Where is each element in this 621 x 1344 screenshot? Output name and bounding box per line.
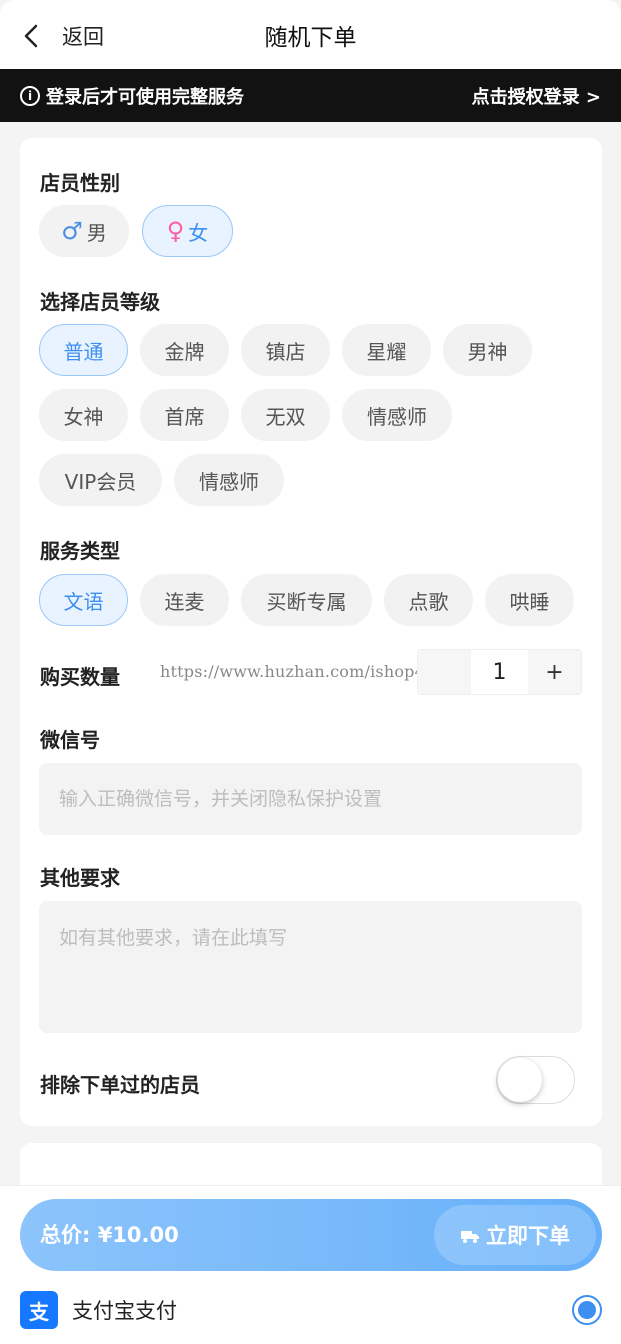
- service-option[interactable]: 文语: [39, 574, 128, 626]
- increment-button[interactable]: +: [528, 650, 581, 694]
- quantity-label: 购买数量: [40, 665, 120, 689]
- gender-label: 店员性别: [40, 171, 120, 195]
- checkout-bar: 总价: ¥10.00 立即下单 支 支付宝支付: [0, 1185, 621, 1344]
- payment-radio[interactable]: [572, 1295, 602, 1325]
- gender-option-female[interactable]: ♀ 女: [142, 205, 233, 257]
- gender-option-label: 女: [188, 220, 209, 245]
- level-option[interactable]: 星耀: [342, 324, 431, 376]
- level-option[interactable]: 情感师: [174, 454, 284, 506]
- wechat-label: 微信号: [40, 728, 100, 752]
- truck-icon: [461, 1231, 479, 1243]
- level-option[interactable]: VIP会员: [39, 454, 162, 506]
- service-label: 服务类型: [40, 539, 120, 563]
- level-option[interactable]: 无双: [241, 389, 330, 441]
- login-notice-bar: i 登录后才可使用完整服务 点击授权登录 >: [0, 69, 621, 122]
- other-requirements-label: 其他要求: [40, 866, 120, 890]
- decrement-button[interactable]: [418, 650, 471, 694]
- other-requirements-input[interactable]: [39, 901, 582, 1033]
- toggle-knob: [498, 1058, 542, 1102]
- level-option[interactable]: 情感师: [342, 389, 452, 441]
- level-option[interactable]: 首席: [140, 389, 229, 441]
- total-bar: 总价: ¥10.00 立即下单: [20, 1199, 602, 1271]
- female-icon: ♀: [166, 217, 185, 245]
- level-label: 选择店员等级: [40, 290, 160, 314]
- service-option[interactable]: 哄睡: [485, 574, 574, 626]
- service-option[interactable]: 点歌: [384, 574, 473, 626]
- exclude-label: 排除下单过的店员: [40, 1073, 200, 1097]
- gender-option-label: 男: [86, 220, 107, 245]
- male-icon: ♂: [61, 217, 83, 245]
- page-title: 随机下单: [264, 25, 357, 51]
- alipay-icon: 支: [20, 1291, 58, 1329]
- level-option[interactable]: 普通: [39, 324, 128, 376]
- service-option[interactable]: 买断专属: [241, 574, 372, 626]
- level-option[interactable]: 女神: [39, 389, 128, 441]
- quantity-stepper: 1 +: [417, 649, 582, 695]
- payment-method-row[interactable]: 支 支付宝支付: [20, 1290, 602, 1330]
- total-price: 总价: ¥10.00: [40, 1223, 179, 1247]
- level-option[interactable]: 男神: [443, 324, 532, 376]
- wechat-input[interactable]: [39, 763, 582, 835]
- nav-bar: 返回 随机下单: [0, 0, 621, 69]
- info-icon: i: [20, 85, 40, 106]
- exclude-toggle[interactable]: [496, 1056, 575, 1104]
- service-option[interactable]: 连麦: [140, 574, 229, 626]
- login-notice-text: 登录后才可使用完整服务: [46, 86, 244, 108]
- level-option[interactable]: 金牌: [140, 324, 229, 376]
- gender-option-male[interactable]: ♂ 男: [39, 205, 129, 257]
- quantity-value[interactable]: 1: [471, 650, 528, 694]
- place-order-button[interactable]: 立即下单: [434, 1205, 596, 1265]
- place-order-label: 立即下单: [486, 1224, 570, 1248]
- authorize-login-link[interactable]: 点击授权登录 >: [472, 83, 601, 109]
- level-option[interactable]: 镇店: [241, 324, 330, 376]
- order-form-card: 店员性别 ♂ 男 ♀ 女 选择店员等级 普通 金牌 镇店 星耀 男神 女神 首席…: [20, 138, 602, 1126]
- payment-method-label: 支付宝支付: [72, 1299, 177, 1323]
